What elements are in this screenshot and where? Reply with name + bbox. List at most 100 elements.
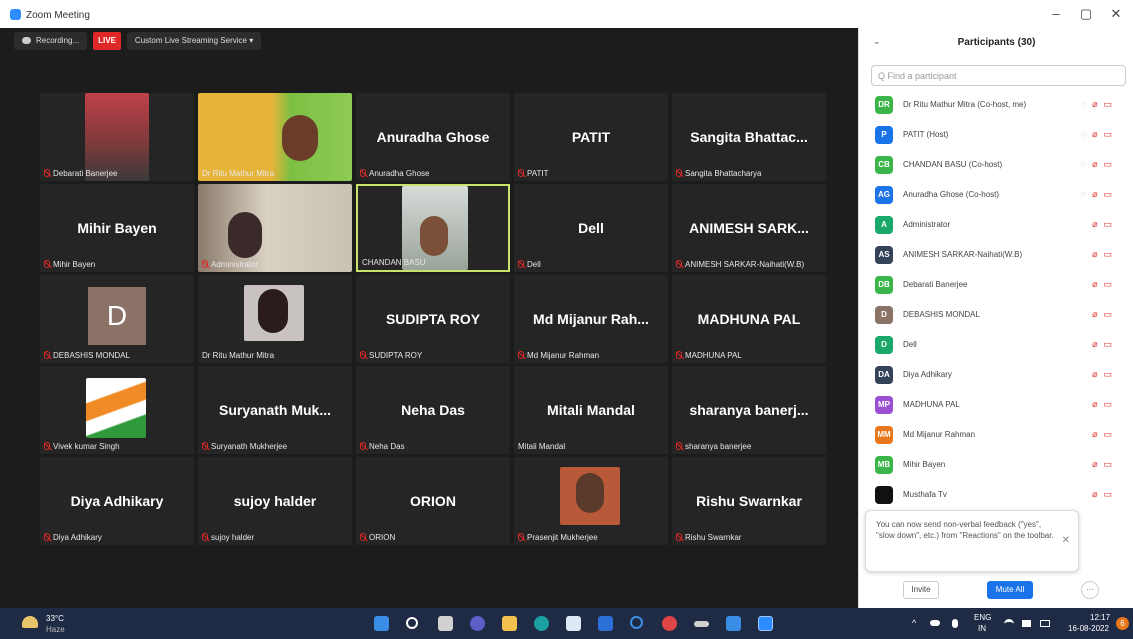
mic-muted-icon: ⌀ [1092,219,1104,229]
video-tile[interactable]: MADHUNA PAL MADHUNA PAL [672,275,826,363]
weather-temp[interactable]: 33°C [46,614,64,623]
video-tile[interactable]: Dell Dell [514,184,668,272]
video-tile[interactable]: sujoy halder sujoy halder [198,457,352,545]
participant-row[interactable]: MM Md Mijanur Rahman ⌀▭ [859,420,1133,450]
tile-name-label: Dr Ritu Mathur Mitra [202,351,274,360]
video-tile[interactable]: ORION ORION [356,457,510,545]
video-tile[interactable]: PATIT PATIT [514,93,668,181]
chrome-icon[interactable] [662,616,677,631]
notification-badge[interactable]: 6 [1116,617,1129,630]
participant-status-icons: ⌀▭ [1092,249,1118,260]
mic-icon[interactable] [952,619,958,628]
participant-row[interactable]: CB CHANDAN BASU (Co-host) ◌⌀▭ [859,150,1133,180]
start-icon[interactable] [374,616,389,631]
search-icon[interactable] [406,617,418,629]
language-indicator[interactable]: ENG [974,613,991,622]
video-tile[interactable]: Administrator [198,184,352,272]
video-tile[interactable]: sharanya banerj... sharanya banerjee [672,366,826,454]
edge-icon[interactable] [534,616,549,631]
video-tile[interactable]: Dr Ritu Mathur Mitra [198,275,352,363]
recording-indicator[interactable]: Recording... [14,32,88,50]
live-badge[interactable]: LIVE [93,32,121,50]
participant-row[interactable]: AS ANIMESH SARKAR-Naihati(W.B) ⌀▭ [859,240,1133,270]
app-blue-icon[interactable] [726,616,741,631]
tile-name-text: SUDIPTA ROY [369,351,423,360]
participant-avatar: CB [875,156,893,174]
participant-list: DR Dr Ritu Mathur Mitra (Co-host, me) ◌⌀▭ P… [859,90,1133,550]
participant-row[interactable]: A Administrator ⌀▭ [859,210,1133,240]
store-icon[interactable] [566,616,581,631]
participant-avatar: DR [875,96,893,114]
tile-name-text: Md Mijanur Rahman [527,351,600,360]
tile-name-text: ORION [369,533,396,542]
participant-avatar: D [88,287,146,345]
participant-row[interactable]: DR Dr Ritu Mathur Mitra (Co-host, me) ◌⌀▭ [859,90,1133,120]
tile-display-name: Suryanath Muk... [218,402,332,418]
tile-name-text: Dell [527,260,541,269]
participant-row[interactable]: Musthafa Tv ⌀▭ [859,480,1133,510]
video-tile[interactable]: D DEBASHIS MONDAL [40,275,194,363]
video-off-icon: ▭ [1103,429,1118,439]
tile-display-name: Rishu Swarnkar [696,493,802,509]
video-off-icon: ▭ [1103,369,1118,379]
mic-muted-icon [44,351,50,359]
participant-row[interactable]: AG Anuradha Ghose (Co-host) ◌⌀▭ [859,180,1133,210]
invite-button[interactable]: Invite [903,581,939,599]
cortana-icon[interactable] [630,616,643,629]
volume-icon[interactable] [1022,620,1031,627]
toast-close-button[interactable]: ✕ [1062,535,1070,546]
clock-time[interactable]: 12:17 [1090,613,1110,622]
participant-status-icons: ⌀▭ [1092,489,1118,500]
video-tile[interactable]: Neha Das Neha Das [356,366,510,454]
video-tile[interactable]: SUDIPTA ROY SUDIPTA ROY [356,275,510,363]
video-tile[interactable]: Dr Ritu Mathur Mitra [198,93,352,181]
participant-name: DEBASHIS MONDAL [903,310,980,319]
tray-chevron-icon[interactable]: ^ [912,618,916,628]
mute-all-button[interactable]: Mute All [987,581,1033,599]
app-arrow-icon[interactable] [694,621,709,627]
minimize-button[interactable]: – [1048,6,1064,21]
clock-date[interactable]: 16-08-2022 [1068,624,1109,633]
participant-row[interactable]: D DEBASHIS MONDAL ⌀▭ [859,300,1133,330]
close-button[interactable]: ✕ [1108,6,1124,22]
chat-icon[interactable] [470,616,485,631]
participant-row[interactable]: DB Debarati Banerjee ⌀▭ [859,270,1133,300]
app-l-icon[interactable] [598,616,613,631]
video-tile[interactable]: Suryanath Muk... Suryanath Mukherjee [198,366,352,454]
file-explorer-icon[interactable] [502,616,517,631]
video-tile[interactable]: Anuradha Ghose Anuradha Ghose [356,93,510,181]
participant-status-icons: ⌀▭ [1092,369,1118,380]
task-view-icon[interactable] [438,616,453,631]
participant-avatar: DA [875,366,893,384]
video-tile[interactable]: Vivek kumar Singh [40,366,194,454]
participant-row[interactable]: D Dell ⌀▭ [859,330,1133,360]
video-tile[interactable]: CHANDAN BASU [356,184,510,272]
restore-button[interactable]: ▢ [1078,6,1094,22]
participant-row[interactable]: P PATIT (Host) ◌⌀▭ [859,120,1133,150]
tile-name-text: ANIMESH SARKAR-Naihati(W.B) [685,260,805,269]
tile-display-name: Mihir Bayen [77,220,157,236]
participant-row[interactable]: MB Mihir Bayen ⌀▭ [859,450,1133,480]
streaming-dropdown[interactable]: Custom Live Streaming Service ▾ [126,32,262,50]
tile-name-text: Prasenjit Mukherjee [527,533,598,542]
battery-icon[interactable] [1040,620,1050,627]
participant-row[interactable]: MP MADHUNA PAL ⌀▭ [859,390,1133,420]
video-tile[interactable]: Diya Adhikary Diya Adhikary [40,457,194,545]
participant-search-input[interactable]: Q Find a participant [871,65,1126,86]
mic-muted-icon: ⌀ [1092,429,1104,439]
video-tile[interactable]: Prasenjit Mukherjee [514,457,668,545]
video-tile[interactable]: ANIMESH SARK... ANIMESH SARKAR-Naihati(W.… [672,184,826,272]
video-tile[interactable]: Mihir Bayen Mihir Bayen [40,184,194,272]
video-tile[interactable]: Debarati Banerjee [40,93,194,181]
video-tile[interactable]: Rishu Swarnkar Rishu Swarnkar [672,457,826,545]
video-tile[interactable]: Mitali Mandal Mitali Mandal [514,366,668,454]
video-tile[interactable]: Md Mijanur Rah... Md Mijanur Rahman [514,275,668,363]
video-tile[interactable]: Sangita Bhattac... Sangita Bhattacharya [672,93,826,181]
participant-row[interactable]: DA Diya Adhikary ⌀▭ [859,360,1133,390]
participant-status-icons: ◌⌀▭ [1081,129,1118,140]
more-options-button[interactable]: ··· [1081,581,1099,599]
zoom-logo-icon [10,9,21,20]
zoom-taskbar-icon[interactable] [758,616,773,631]
wifi-icon[interactable] [1004,619,1014,627]
onedrive-icon[interactable] [930,620,940,626]
